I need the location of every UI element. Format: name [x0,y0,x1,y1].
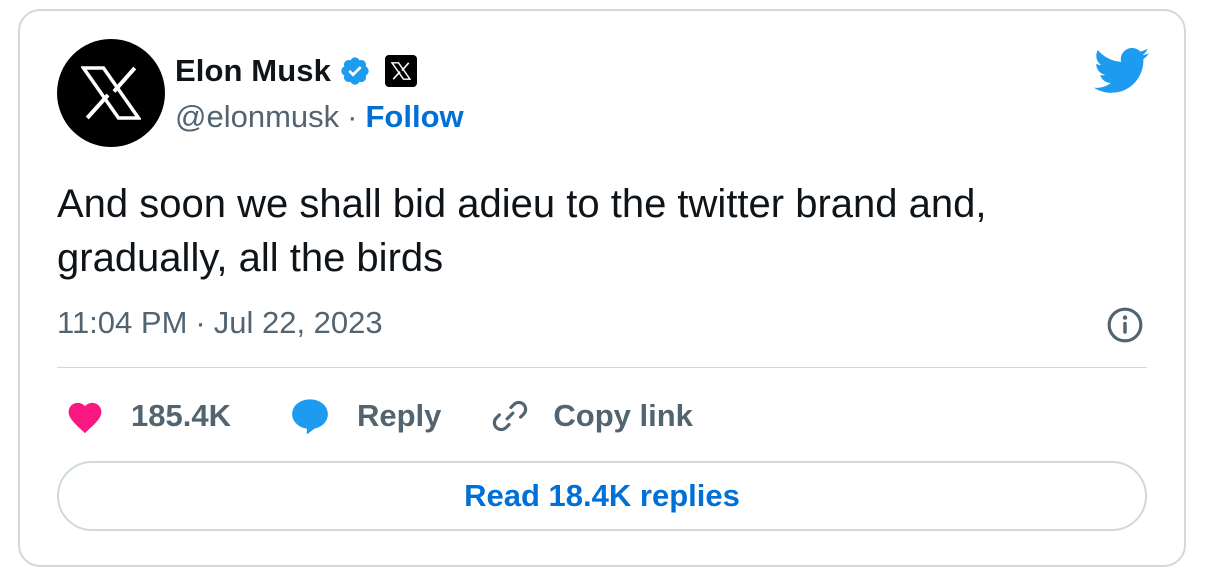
author-name-row: Elon Musk [175,51,417,91]
verified-badge-icon [341,57,369,85]
x-affiliation-icon [384,55,417,87]
tweet-text: And soon we shall bid adieu to the twitt… [57,182,987,280]
tweet-date: Jul 22, 2023 [213,305,383,340]
timestamp-separator: · [195,305,206,340]
tweet-time: 11:04 PM [57,305,188,340]
reply-button[interactable]: Reply [289,395,441,437]
like-count: 185.4K [131,398,231,433]
like-button[interactable]: 185.4K [65,398,231,434]
handle-separator: · [347,99,358,134]
link-icon [493,400,528,432]
info-icon[interactable] [1106,306,1144,344]
heart-icon [68,402,102,434]
divider [57,367,1147,368]
author-display-name[interactable]: Elon Musk [175,53,331,89]
follow-link[interactable]: Follow [365,99,463,135]
x-logo-icon [81,66,141,120]
twitter-bird-icon[interactable] [1094,47,1150,95]
author-handle[interactable]: @elonmusk [175,99,339,135]
read-replies-button[interactable]: Read 18.4K replies [57,461,1147,531]
author-handle-row: @elonmusk · Follow [175,97,464,137]
avatar[interactable] [57,39,165,147]
copy-link-label: Copy link [553,398,693,433]
reply-label: Reply [356,398,442,433]
tweet-embed-card: Elon Musk @elonmusk · Follow And soon we… [18,9,1186,567]
copy-link-button[interactable]: Copy link [491,397,693,435]
action-bar: 185.4K Reply Copy link [65,391,693,441]
speech-bubble-icon [292,399,328,435]
tweet-timestamp[interactable]: 11:04 PM · Jul 22, 2023 [57,303,383,343]
